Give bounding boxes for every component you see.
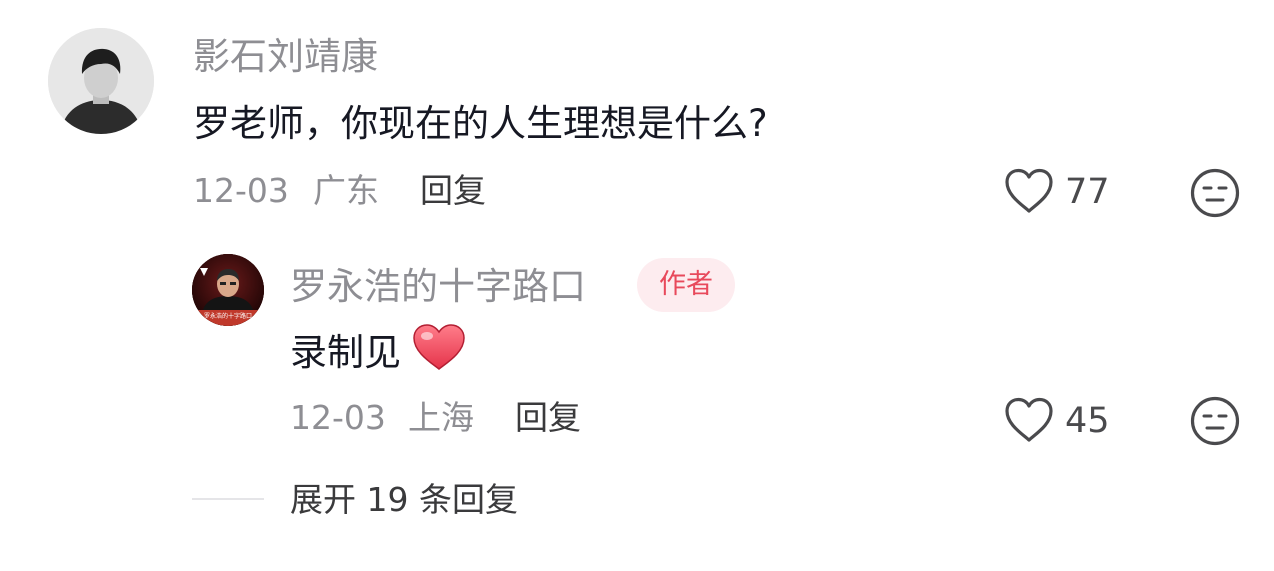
like-count: 45 <box>1065 401 1110 441</box>
author-avatar[interactable]: 罗永浩的十字路口 <box>192 254 264 326</box>
commenter-name[interactable]: 影石刘靖康 <box>193 35 378 79</box>
expand-replies-button[interactable]: 展开 19 条回复 <box>290 480 518 520</box>
reply-text: 录制见 <box>290 331 401 374</box>
person-photo-icon <box>48 28 154 134</box>
author-badge: 作者 <box>637 258 735 312</box>
reply-date: 12-03 <box>290 398 386 437</box>
reply-button[interactable]: 回复 <box>420 171 486 211</box>
comment-location: 广东 <box>313 171 379 210</box>
comment-text: 罗老师，你现在的人生理想是什么? <box>193 102 768 145</box>
like-icon[interactable] <box>1003 167 1055 215</box>
like-count: 77 <box>1065 172 1110 212</box>
comment-date: 12-03 <box>193 171 289 210</box>
author-name[interactable]: 罗永浩的十字路口 <box>290 265 586 309</box>
reply-location: 上海 <box>408 398 474 437</box>
expand-divider <box>192 498 264 500</box>
dislike-icon[interactable] <box>1189 167 1241 219</box>
commenter-avatar[interactable] <box>48 28 154 134</box>
heart-emoji-icon <box>411 322 467 372</box>
avatar-caption: 罗永浩的十字路口 <box>203 313 252 320</box>
like-icon[interactable] <box>1003 396 1055 444</box>
reply-to-author-button[interactable]: 回复 <box>515 398 581 438</box>
dislike-icon[interactable] <box>1189 395 1241 447</box>
